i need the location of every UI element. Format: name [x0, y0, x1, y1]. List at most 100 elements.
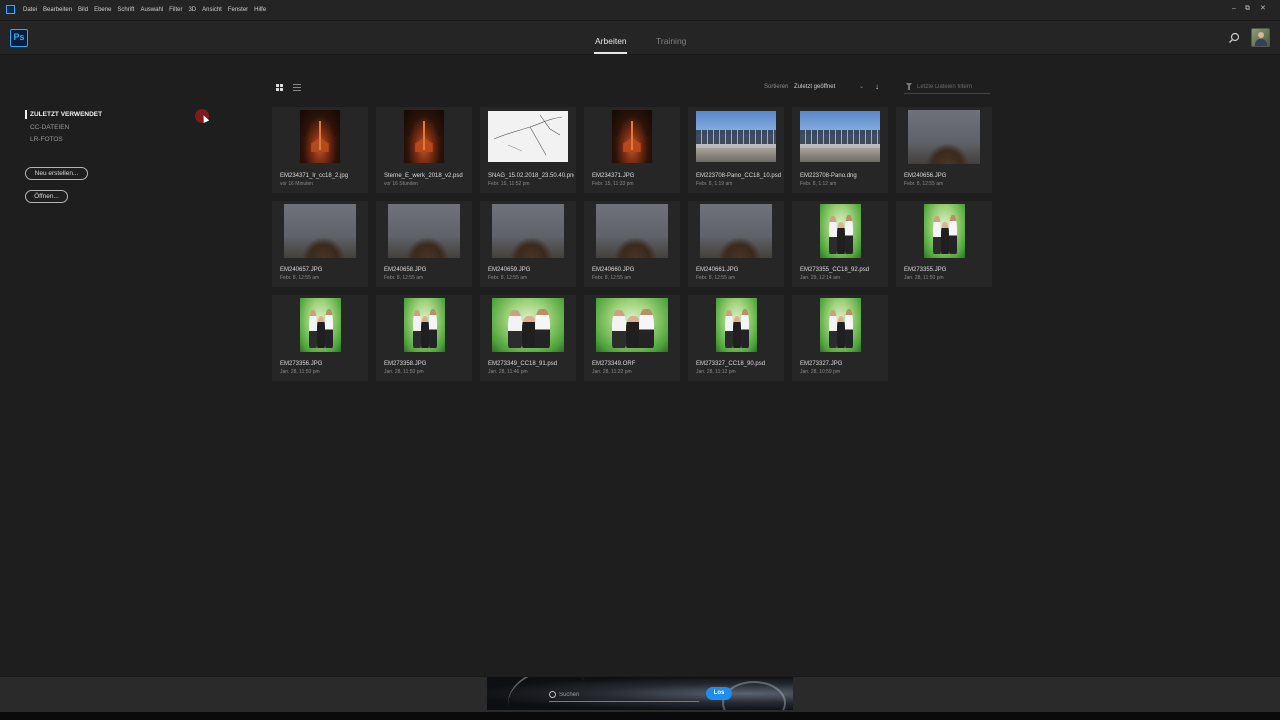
file-card[interactable]: EM273349.ORF Jan. 28, 11:22 pm: [584, 295, 680, 381]
file-name: EM234371_lr_cc18_2.jpg: [280, 173, 349, 179]
file-name: EM240656.JPG: [904, 173, 947, 179]
file-card[interactable]: EM273355_CC18_92.psd Jan. 29, 12:14 am: [792, 201, 888, 287]
file-card[interactable]: EM273327.JPG Jan. 28, 10:59 pm: [792, 295, 888, 381]
sidebar-item-cc-dateien[interactable]: CC-DATEIEN: [30, 123, 69, 132]
new-create-button[interactable]: Neu erstellen...: [25, 167, 88, 180]
file-thumbnail[interactable]: [820, 204, 861, 258]
file-card[interactable]: EM273356.JPG Jan. 28, 11:50 pm: [272, 295, 368, 381]
stock-search-field[interactable]: [549, 689, 699, 702]
file-thumbnail[interactable]: [696, 111, 776, 162]
menu-bearbeiten[interactable]: Bearbeiten: [43, 4, 72, 16]
file-card[interactable]: EM234371_lr_cc18_2.jpg vor 16 Minuten: [272, 107, 368, 193]
avatar-head: [1258, 32, 1264, 38]
file-thumbnail[interactable]: [388, 204, 460, 258]
file-date: Febr. 8, 12:55 am: [592, 275, 632, 281]
avatar[interactable]: [1251, 28, 1270, 47]
file-thumbnail[interactable]: [284, 204, 356, 258]
list-view-icon[interactable]: [293, 84, 301, 91]
restore-icon[interactable]: ⧉: [1245, 4, 1250, 14]
search-icon: [549, 691, 556, 698]
file-card[interactable]: EM240657.JPG Febr. 8, 12:55 am: [272, 201, 368, 287]
grid-view-icon[interactable]: [276, 84, 283, 91]
filter-input[interactable]: [917, 81, 989, 92]
file-thumbnail[interactable]: [716, 298, 757, 352]
sort-select[interactable]: Zuletzt geöffnet: [794, 83, 835, 92]
file-card[interactable]: EM223708-Pano.dng Febr. 8, 1:12 am: [792, 107, 888, 193]
photoshop-app-icon[interactable]: [6, 5, 15, 14]
sidebar-item-lr-fotos[interactable]: LR-FOTOS: [30, 135, 63, 144]
file-thumbnail[interactable]: [492, 298, 564, 352]
file-thumbnail[interactable]: [596, 298, 668, 352]
stock-search-input[interactable]: [559, 689, 697, 700]
search-go-button[interactable]: Los: [706, 687, 732, 700]
chevron-down-icon[interactable]: ⌄: [859, 83, 864, 92]
file-thumbnail[interactable]: [820, 298, 861, 352]
minimize-icon[interactable]: –: [1232, 4, 1236, 14]
file-thumbnail[interactable]: [908, 110, 980, 164]
file-name: EM273349.ORF: [592, 361, 636, 367]
menu-filter[interactable]: Filter: [169, 4, 182, 16]
file-name: EM273349_CC18_91.psd: [488, 361, 558, 367]
app-header: Ps Arbeiten Training: [0, 21, 1280, 55]
sidebar-item-zuletzt-verwendet[interactable]: ZULETZT VERWENDET: [30, 110, 102, 119]
file-date: Febr. 8, 12:55 am: [488, 275, 528, 281]
file-thumbnail[interactable]: [300, 110, 340, 163]
file-thumbnail[interactable]: [596, 204, 668, 258]
search-icon[interactable]: [1228, 32, 1240, 44]
file-name: EM240657.JPG: [280, 267, 323, 273]
avatar-shoulders: [1255, 39, 1267, 46]
file-card[interactable]: EM240661.JPG Febr. 8, 12:55 am: [688, 201, 784, 287]
file-card[interactable]: SNAG_15.02.2018_23.50.40.png Febr. 15, 11…: [480, 107, 576, 193]
file-thumbnail[interactable]: [924, 204, 965, 258]
menu-bild[interactable]: Bild: [78, 4, 88, 16]
menu-ansicht[interactable]: Ansicht: [202, 4, 222, 16]
menu-list: Datei Bearbeiten Bild Ebene Schrift Ausw…: [23, 4, 272, 16]
ps-logo[interactable]: Ps: [10, 29, 28, 47]
file-thumbnail[interactable]: [404, 298, 445, 352]
file-card[interactable]: EM273327_CC18_90.psd Jan. 28, 11:12 pm: [688, 295, 784, 381]
sort-direction-arrow-icon[interactable]: ↓: [875, 82, 879, 92]
file-thumbnail[interactable]: [300, 298, 341, 352]
menu-3d[interactable]: 3D: [188, 4, 196, 16]
open-button[interactable]: Öffnen...: [25, 190, 68, 203]
menu-schrift[interactable]: Schrift: [117, 4, 134, 16]
file-card[interactable]: EM273349_CC18_91.psd Jan. 28, 11:46 pm: [480, 295, 576, 381]
tab-arbeiten[interactable]: Arbeiten: [595, 35, 627, 47]
menu-hilfe[interactable]: Hilfe: [254, 4, 266, 16]
file-card[interactable]: EM240659.JPG Febr. 8, 12:55 am: [480, 201, 576, 287]
file-thumbnail[interactable]: [800, 111, 880, 162]
file-date: Jan. 28, 11:50 pm: [280, 369, 320, 375]
file-card[interactable]: EM234371.JPG Febr. 15, 11:33 pm: [584, 107, 680, 193]
file-thumbnail[interactable]: [700, 204, 772, 258]
close-icon[interactable]: ✕: [1260, 4, 1266, 14]
file-card[interactable]: EM240656.JPG Febr. 8, 12:55 am: [896, 107, 992, 193]
file-thumbnail[interactable]: [404, 110, 444, 163]
file-card[interactable]: EM273358.JPG Jan. 28, 11:50 pm: [376, 295, 472, 381]
file-date: vor 16 Stunden: [384, 181, 418, 187]
file-name: EM240659.JPG: [488, 267, 531, 273]
menu-fenster[interactable]: Fenster: [228, 4, 248, 16]
active-tab-indicator: [594, 52, 627, 54]
file-card[interactable]: Sterne_E_werk_2018_v2.psdvor 16 Stunden: [376, 107, 472, 193]
file-name: EM273327_CC18_90.psd: [696, 361, 766, 367]
file-name: Sterne_E_werk_2018_v2.psd: [384, 173, 463, 179]
file-thumbnail[interactable]: [612, 110, 652, 163]
file-name: EM240661.JPG: [696, 267, 739, 273]
menu-ebene[interactable]: Ebene: [94, 4, 111, 16]
stock-search-banner: Los: [487, 677, 793, 710]
filter-field[interactable]: [904, 81, 990, 94]
file-thumbnail[interactable]: [488, 111, 568, 162]
file-thumbnail[interactable]: [492, 204, 564, 258]
file-date: Jan. 29, 12:14 am: [800, 275, 841, 281]
bottom-edge: [0, 712, 1280, 720]
file-card[interactable]: EM240658.JPG Febr. 8, 12:55 am: [376, 201, 472, 287]
file-date: Jan. 28, 11:50 pm: [904, 275, 944, 281]
menu-auswahl[interactable]: Auswahl: [140, 4, 163, 16]
tab-training[interactable]: Training: [656, 35, 686, 47]
file-date: Febr. 8, 12:55 am: [280, 275, 320, 281]
file-card[interactable]: EM273355.JPG Jan. 28, 11:50 pm: [896, 201, 992, 287]
file-card[interactable]: EM223708-Pano_CC18_10.psd Febr. 8, 1:19 a…: [688, 107, 784, 193]
menu-datei[interactable]: Datei: [23, 4, 37, 16]
file-date: Febr. 15, 11:52 pm: [488, 181, 530, 187]
file-card[interactable]: EM240660.JPG Febr. 8, 12:55 am: [584, 201, 680, 287]
